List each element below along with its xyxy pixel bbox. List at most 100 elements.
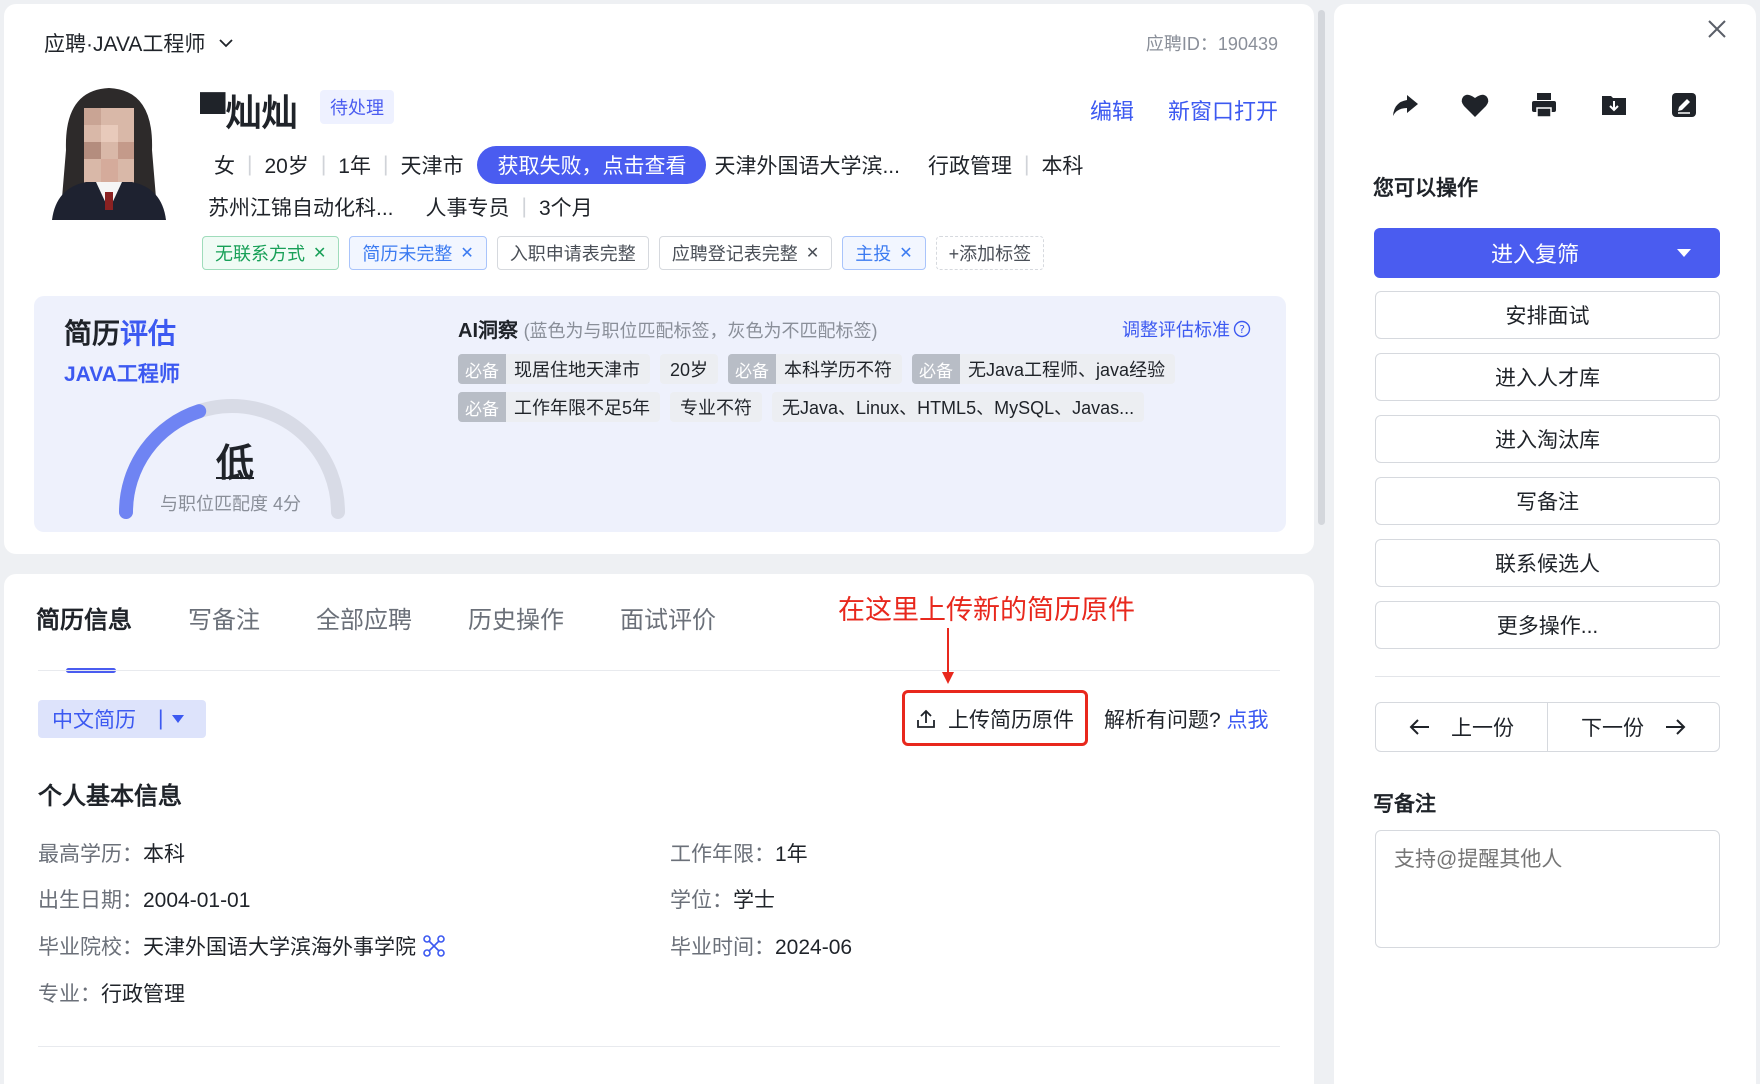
print-icon — [1532, 93, 1556, 118]
insight-chip: 专业不符 — [670, 392, 763, 422]
school: 天津外国语大学滨... — [714, 155, 900, 178]
annotation-arrow-icon — [942, 628, 954, 684]
upload-resume-button[interactable]: 上传简历原件 — [914, 704, 1074, 734]
ai-insight-header: AI洞察 (蓝色为与职位匹配标签，灰色为不匹配标签) — [458, 320, 878, 342]
arrow-left-icon — [1409, 719, 1429, 735]
close-icon — [1708, 20, 1726, 38]
next-resume-button[interactable]: 下一份 — [1548, 703, 1719, 751]
candidate-name: ▀灿灿 — [200, 92, 298, 133]
insight-chips-row2: 必备 工作年限不足5年 专业不符 无Java、Linux、HTML5、MySQL、… — [458, 392, 1154, 422]
tag-main-application[interactable]: 主投 ✕ — [842, 236, 926, 270]
tag-registration-form-complete[interactable]: 应聘登记表完整 ✕ — [658, 236, 833, 270]
note-title: 写备注 — [1373, 793, 1436, 816]
status-badge: 待处理 — [320, 90, 394, 124]
upload-icon — [917, 709, 935, 728]
application-id: 应聘ID：190439 — [1145, 34, 1278, 54]
rejection-pool-button[interactable]: 进入淘汰库 — [1375, 415, 1720, 463]
arrow-right-icon — [1666, 719, 1686, 735]
help-circle-icon: ? — [1233, 320, 1251, 338]
insight-chip: 无Java、Linux、HTML5、MySQL、Javas... — [772, 392, 1145, 422]
prev-resume-button[interactable]: 上一份 — [1376, 703, 1548, 751]
parse-question: 解析有问题? 点我 — [1104, 709, 1269, 732]
section-title: 个人基本信息 — [38, 783, 182, 810]
insight-chip: 必备 无Java工程师、java经验 — [912, 354, 1176, 384]
city: 天津市 — [400, 155, 464, 178]
resume-language-select[interactable]: 中文简历 | — [38, 700, 206, 738]
close-icon[interactable]: ✕ — [806, 243, 819, 263]
field-graduation-date: 毕业时间：2024-06 — [670, 936, 853, 959]
duration: 3个月 — [538, 197, 593, 220]
resume-detail-card — [4, 574, 1314, 1084]
download-icon — [1602, 96, 1626, 115]
add-tag-button[interactable]: +添加标签 — [935, 236, 1045, 270]
tag-no-contact[interactable]: 无联系方式 ✕ — [202, 236, 340, 270]
section-divider — [38, 1046, 1280, 1047]
pagination-group: 上一份 下一份 — [1375, 702, 1720, 752]
match-score-label: 与职位匹配度 4分 — [160, 494, 302, 514]
field-degree: 学位：学士 — [670, 889, 775, 912]
scrollbar[interactable] — [1318, 10, 1325, 525]
insight-chip: 必备 工作年限不足5年 — [458, 392, 661, 422]
favorite-button[interactable] — [1458, 88, 1492, 122]
resume-tabs: 简历信息 写备注 全部应聘 历史操作 面试评价 — [36, 600, 772, 635]
work-info-row: 苏州江锦自动化科... 人事专员 | 3个月 — [208, 192, 593, 222]
close-icon[interactable]: ✕ — [460, 243, 473, 263]
schedule-interview-button[interactable]: 安排面试 — [1375, 291, 1720, 339]
experience: 1年 — [338, 155, 371, 178]
caret-down-icon — [172, 715, 185, 723]
insight-chip: 20岁 — [660, 354, 719, 384]
close-icon[interactable]: ✕ — [313, 243, 326, 263]
contact-candidate-button[interactable]: 联系候选人 — [1375, 539, 1720, 587]
insight-chips-row1: 必备 现居住地天津市 20岁 必备 本科学历不符 必备 无Java工程师、java经验 — [458, 354, 1185, 384]
note-input[interactable] — [1375, 830, 1720, 948]
talent-pool-button[interactable]: 进入人才库 — [1375, 353, 1720, 401]
tag-list: 无联系方式 ✕ 简历未完整 ✕ 入职申请表完整 应聘登记表完整 ✕ 主投 ✕ +添加标签 — [202, 236, 1054, 270]
tabs-divider — [38, 670, 1280, 671]
tab-write-note[interactable]: 写备注 — [188, 600, 260, 635]
job-title-dropdown[interactable]: 应聘·JAVA工程师 — [44, 28, 235, 58]
field-birth-date: 出生日期：2004-01-01 — [38, 889, 251, 912]
sidebar-divider — [1375, 676, 1720, 677]
share-button[interactable] — [1388, 88, 1422, 122]
share-icon — [1393, 95, 1418, 116]
field-major: 专业：行政管理 — [38, 983, 185, 1006]
network-icon[interactable] — [422, 934, 446, 958]
field-education: 最高学历：本科 — [38, 843, 185, 866]
position: 人事专员 — [425, 197, 510, 220]
adjust-criteria-link[interactable]: 调整评估标准 ? — [1122, 316, 1251, 342]
insight-chip: 必备 现居住地天津市 — [458, 354, 650, 384]
advance-screening-button[interactable]: 进入复筛 — [1374, 228, 1720, 278]
tab-all-applications[interactable]: 全部应聘 — [316, 600, 412, 635]
job-title: 应聘·JAVA工程师 — [44, 33, 206, 56]
edit-link[interactable]: 编辑 — [1090, 94, 1134, 126]
gender: 女 — [214, 155, 235, 178]
degree: 本科 — [1041, 155, 1084, 178]
evaluation-title: 简历评估 — [64, 318, 177, 349]
caret-down-icon[interactable] — [1676, 248, 1692, 258]
company: 苏州江锦自动化科... — [208, 197, 394, 220]
field-school: 毕业院校： 天津外国语大学滨海外事学院 — [38, 931, 446, 961]
tab-resume-info[interactable]: 简历信息 — [36, 600, 132, 635]
more-actions-button[interactable]: 更多操作... — [1375, 601, 1720, 649]
close-icon[interactable]: ✕ — [899, 243, 912, 263]
feedback-link[interactable]: 点我 — [1227, 709, 1269, 732]
edit-button[interactable] — [1667, 88, 1701, 122]
annotation-text: 在这里上传新的简历原件 — [838, 595, 1135, 625]
tab-history[interactable]: 历史操作 — [468, 600, 564, 635]
close-button[interactable] — [1704, 16, 1730, 47]
fetch-failed-button[interactable]: 获取失败，点击查看 — [477, 146, 707, 184]
major: 行政管理 — [927, 155, 1012, 178]
avatar — [44, 80, 174, 220]
svg-text:?: ? — [1239, 323, 1245, 336]
edit-icon — [1672, 93, 1696, 117]
tag-onboarding-form-complete[interactable]: 入职申请表完整 — [496, 236, 649, 270]
print-button[interactable] — [1527, 88, 1561, 122]
download-button[interactable] — [1597, 88, 1631, 122]
tag-resume-incomplete[interactable]: 简历未完整 ✕ — [349, 236, 487, 270]
heart-icon — [1461, 94, 1489, 117]
tab-interview-review[interactable]: 面试评价 — [620, 600, 716, 635]
write-note-button[interactable]: 写备注 — [1375, 477, 1720, 525]
open-new-window-link[interactable]: 新窗口打开 — [1168, 94, 1278, 126]
age: 20岁 — [264, 155, 309, 178]
chevron-down-icon — [219, 39, 234, 48]
